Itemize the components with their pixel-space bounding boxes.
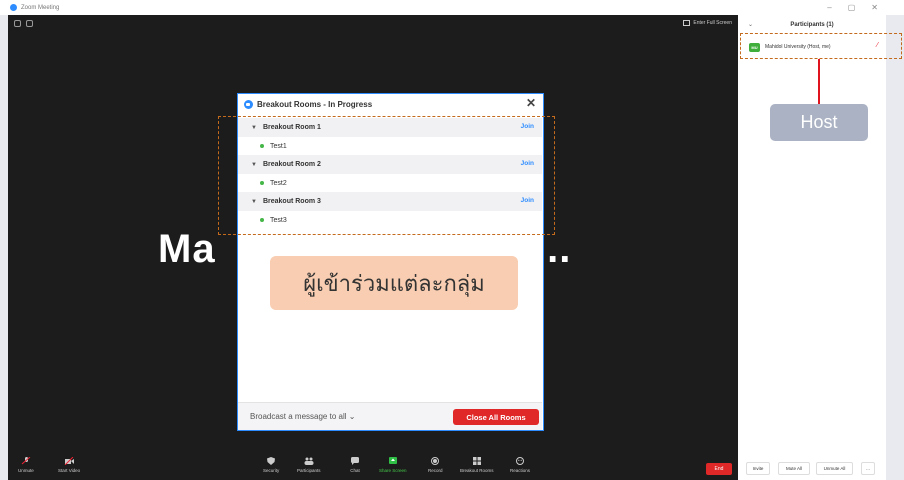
breakout-rooms-label: Breakout Rooms [460, 468, 494, 473]
shield-icon [267, 457, 276, 465]
unmute-label: Unmute [18, 468, 34, 473]
end-meeting-button[interactable]: End [706, 463, 732, 475]
mic-muted-icon [21, 457, 31, 465]
enter-full-screen-label: Enter Full Screen [693, 20, 732, 26]
dialog-header: Breakout Rooms - In Progress ✕ [238, 94, 542, 114]
rooms-highlight-box [218, 116, 555, 235]
security-label: Security [263, 468, 280, 473]
host-highlight-box [740, 33, 902, 59]
chat-label: Chat [350, 468, 360, 473]
participants-panel-title: Participants (1) [790, 22, 834, 28]
dialog-footer: Broadcast a message to all ⌄ Close All R… [238, 402, 542, 430]
chat-button[interactable]: Chat [350, 457, 360, 473]
window-title: Zoom Meeting [21, 4, 60, 11]
record-label: Record [428, 468, 443, 473]
participants-button[interactable]: Participants [297, 457, 321, 473]
record-icon [431, 457, 440, 465]
host-callout: Host [770, 104, 868, 141]
window-controls: – ▢ ✕ [827, 3, 878, 12]
breakout-rooms-button[interactable]: Breakout Rooms [460, 457, 494, 473]
full-screen-icon [683, 20, 691, 26]
close-window-icon[interactable]: ✕ [871, 3, 878, 12]
security-shield-icon[interactable] [26, 20, 33, 27]
chevron-down-icon: ⌄ [348, 412, 356, 421]
enter-full-screen-button[interactable]: Enter Full Screen [683, 20, 732, 26]
breakout-rooms-icon [472, 457, 481, 465]
display-name-visible: Ma [158, 227, 216, 271]
close-all-rooms-button[interactable]: Close All Rooms [453, 409, 539, 425]
participants-icon [304, 457, 314, 465]
security-button[interactable]: Security [263, 457, 279, 473]
dialog-title: Breakout Rooms - In Progress [257, 99, 373, 109]
minimize-icon[interactable]: – [827, 3, 831, 12]
close-icon[interactable]: ✕ [526, 96, 536, 110]
video-off-icon [64, 457, 75, 465]
broadcast-label: Broadcast a message to all [250, 412, 347, 421]
window-titlebar: Zoom Meeting – ▢ ✕ [0, 0, 904, 15]
host-callout-connector [818, 59, 820, 104]
unmute-button[interactable]: Unmute [18, 457, 34, 473]
participants-panel: ⌄ Participants (1) MU Mahidol University… [738, 15, 886, 480]
reactions-icon [516, 457, 524, 465]
reactions-button[interactable]: Reactions [510, 457, 530, 473]
share-screen-label: Share Screen [379, 468, 407, 473]
invite-button[interactable]: Invite [746, 462, 770, 475]
maximize-icon[interactable]: ▢ [848, 3, 856, 12]
reactions-label: Reactions [510, 468, 531, 473]
start-video-button[interactable]: Start Video [58, 457, 80, 473]
zoom-logo-icon [244, 99, 253, 109]
start-video-label: Start Video [58, 468, 81, 473]
members-callout: ผู้เข้าร่วมแต่ละกลุ่ม [270, 256, 518, 310]
stage-top-icons [14, 20, 33, 27]
unmute-all-button[interactable]: Unmute All [816, 462, 853, 475]
zoom-logo-icon [10, 4, 17, 11]
share-screen-icon [388, 457, 397, 464]
chat-icon [351, 457, 359, 465]
meeting-info-icon[interactable] [14, 20, 21, 27]
more-options-button[interactable]: ... [861, 462, 875, 475]
mute-all-button[interactable]: Mute All [778, 462, 810, 475]
record-button[interactable]: Record [428, 457, 443, 473]
participants-label: Participants [297, 468, 321, 473]
share-screen-button[interactable]: Share Screen [379, 457, 407, 473]
meeting-toolbar: Unmute Start Video Security Participants… [8, 455, 738, 480]
broadcast-message-dropdown[interactable]: Broadcast a message to all ⌄ [250, 412, 355, 421]
